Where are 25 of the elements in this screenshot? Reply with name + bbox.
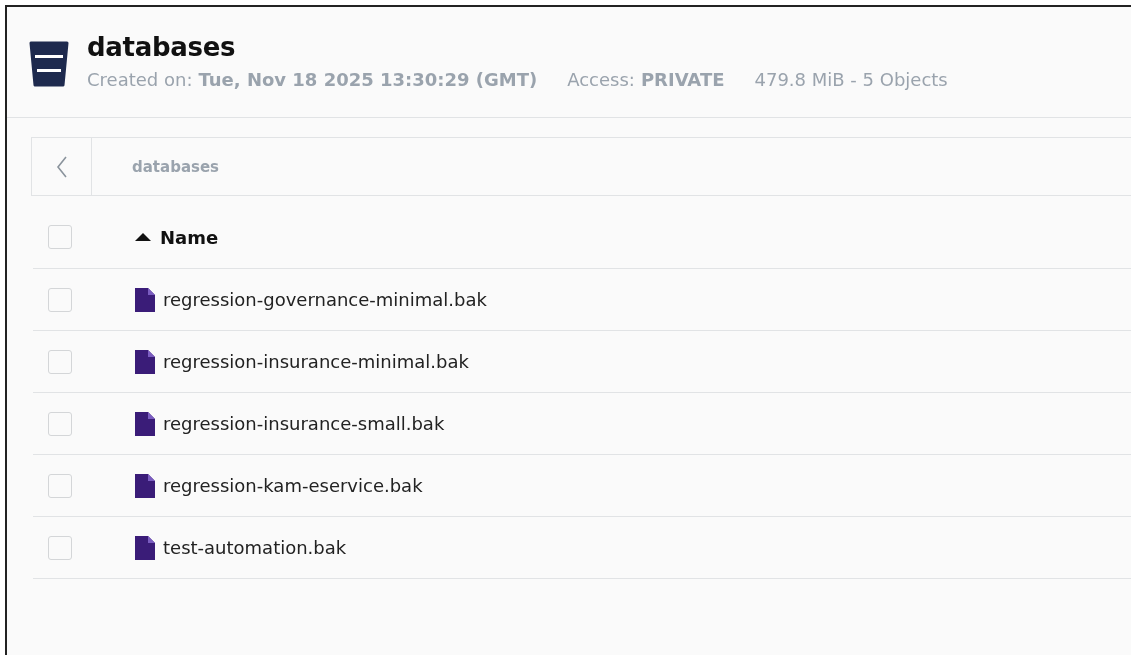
file-icon xyxy=(135,349,155,374)
file-icon xyxy=(135,535,155,560)
row-checkbox[interactable] xyxy=(48,287,72,312)
name-column-header[interactable]: Name xyxy=(135,226,219,248)
chevron-left-icon xyxy=(55,155,68,178)
select-all-checkbox[interactable] xyxy=(48,225,72,249)
row-checkbox[interactable] xyxy=(48,473,72,498)
bucket-icon xyxy=(29,41,69,87)
bucket-title: databases xyxy=(87,31,237,63)
created-date: Tue, Nov 18 2025 13:30:29 (GMT) xyxy=(198,69,538,90)
access-value: PRIVATE xyxy=(640,69,725,90)
file-name[interactable]: regression-kam-eservice.bak xyxy=(163,475,423,496)
row-checkbox[interactable] xyxy=(48,535,72,560)
file-name[interactable]: regression-insurance-minimal.bak xyxy=(163,351,469,372)
file-name[interactable]: test-automation.bak xyxy=(163,537,347,558)
created-label: Created on: xyxy=(87,69,193,90)
file-icon xyxy=(135,411,155,436)
row-checkbox[interactable] xyxy=(48,411,72,436)
file-name[interactable]: regression-governance-minimal.bak xyxy=(163,289,487,310)
file-icon xyxy=(135,473,155,498)
bucket-usage: 479.8 MiB - 5 Objects xyxy=(754,69,948,90)
file-icon xyxy=(135,287,155,312)
row-checkbox[interactable] xyxy=(48,349,72,374)
access-label: Access: xyxy=(567,69,635,90)
file-name[interactable]: regression-insurance-small.bak xyxy=(163,413,445,434)
